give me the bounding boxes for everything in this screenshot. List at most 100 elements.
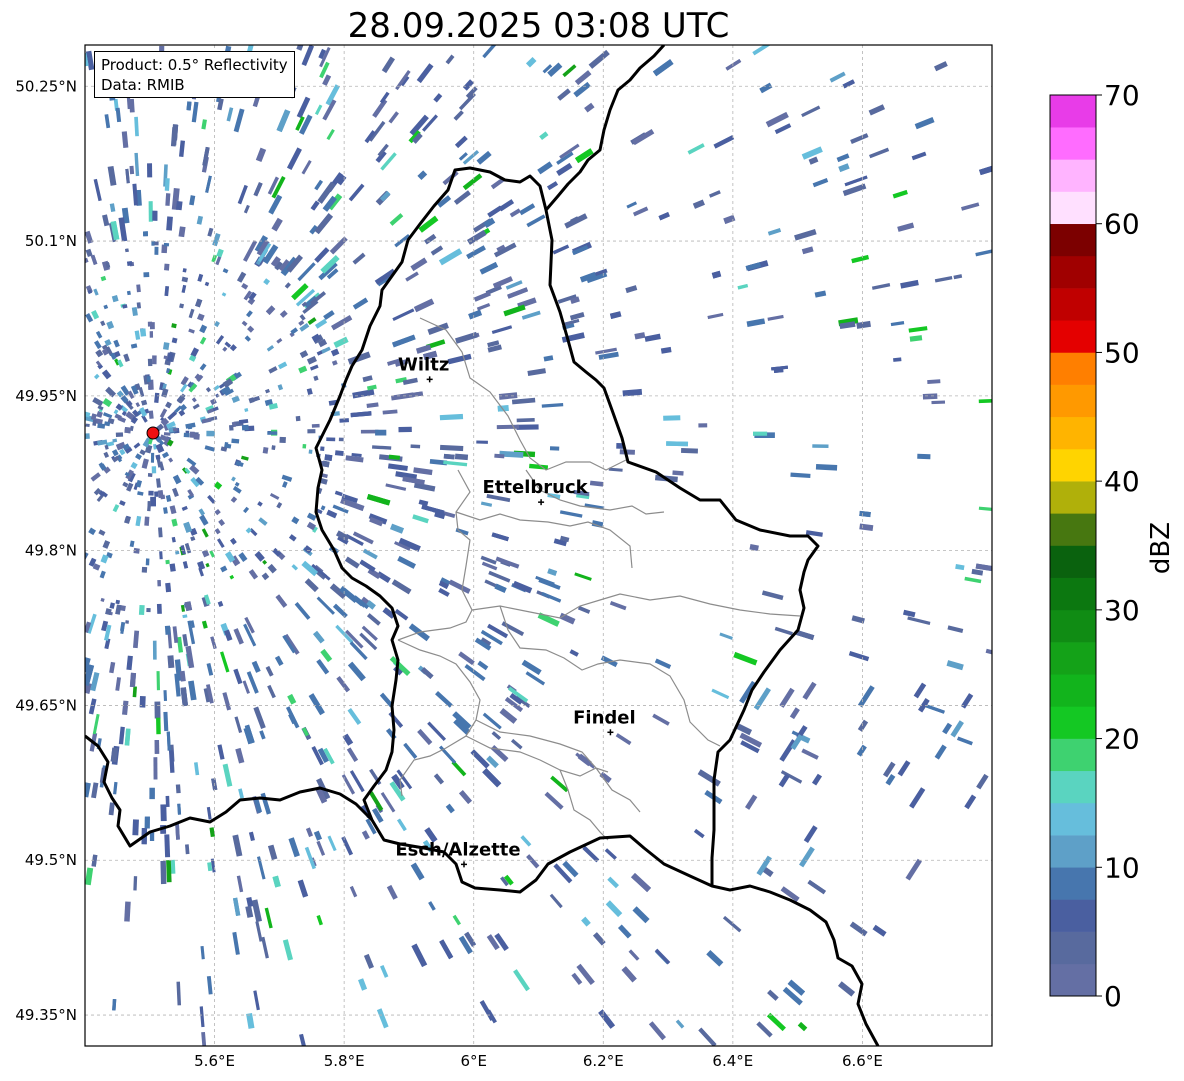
echo-gate — [122, 700, 129, 716]
echo-gate — [362, 375, 373, 383]
echo-gate — [331, 315, 353, 331]
echo-gate — [544, 791, 564, 810]
echo-gate — [765, 111, 789, 128]
echo-gate — [549, 446, 560, 451]
echo-gate — [349, 885, 358, 898]
echo-gate — [584, 102, 595, 113]
echo-gate — [233, 668, 243, 685]
echo-gate — [410, 257, 428, 272]
echo-gate — [102, 398, 113, 408]
echo-gate — [908, 326, 928, 333]
echo-gate — [314, 318, 328, 329]
axis-tick-labels: 5.6°E 5.8°E 6°E 6.2°E 6.4°E 6.6°E 50.25°N 50.1°… — [15, 77, 883, 1070]
echo-gate — [131, 306, 138, 317]
echo-gate — [520, 835, 532, 847]
echo-gate — [279, 436, 286, 444]
echo-gate — [85, 411, 91, 418]
echo-gate — [90, 254, 98, 265]
echo-gate — [129, 98, 135, 113]
echo-gate — [151, 466, 157, 474]
echo-gate — [453, 190, 471, 205]
echo-gate — [985, 648, 992, 655]
echo-gate — [167, 655, 175, 669]
germany-france-border — [711, 884, 880, 1046]
echo-gate — [733, 651, 758, 666]
city-label: Ettelbruck — [483, 477, 589, 498]
echo-gate — [251, 899, 262, 923]
echo-gate — [588, 49, 610, 69]
echo-gate — [438, 248, 463, 266]
echo-gate — [243, 204, 250, 214]
echo-gate — [184, 542, 192, 554]
echo-gate — [183, 521, 193, 533]
product-label: Product: 0.5° Reflectivity — [101, 56, 288, 74]
echo-gate — [350, 411, 372, 418]
echo-gate — [752, 45, 771, 56]
echo-gate — [250, 396, 260, 403]
echo-gate — [104, 114, 111, 129]
echo-gate — [244, 335, 251, 342]
echo-gate — [521, 659, 542, 676]
echo-gate — [175, 550, 180, 555]
echo-gate — [230, 537, 237, 545]
echo-gate — [812, 178, 829, 188]
echo-gate — [358, 978, 368, 991]
echo-gate — [120, 621, 126, 632]
echo-gate — [229, 424, 234, 431]
echo-gate — [159, 408, 168, 419]
echo-gate — [681, 448, 698, 454]
echo-gate — [496, 424, 520, 430]
echo-gate — [427, 721, 447, 742]
echo-gate — [267, 684, 276, 699]
echo-gate — [141, 566, 148, 573]
radar-map: WiltzEttelbruckFindelEsch/Alzette 5.6°E 5… — [15, 44, 993, 1070]
echo-gate — [163, 242, 170, 247]
echo-gate — [415, 344, 432, 354]
echo-gate — [156, 603, 162, 614]
echo-gate — [161, 451, 170, 459]
echo-gate — [175, 201, 183, 211]
echo-gate — [330, 348, 340, 357]
echo-gate — [313, 375, 319, 381]
echo-gate — [410, 862, 425, 881]
echo-gate — [262, 559, 268, 565]
echo-gate — [391, 579, 412, 595]
echo-gate — [625, 285, 638, 294]
echo-gate — [115, 599, 121, 605]
echo-gate — [807, 879, 826, 895]
echo-gate — [413, 298, 435, 313]
echo-gate — [150, 496, 157, 507]
echo-gate — [107, 165, 117, 186]
echo-gate — [156, 671, 160, 691]
echo-gate — [217, 744, 225, 760]
echo-gate — [634, 332, 646, 340]
echo-gate — [767, 228, 782, 236]
echo-gate — [197, 273, 204, 282]
echo-gate — [178, 140, 186, 157]
echo-gate — [97, 423, 106, 429]
echo-gate — [389, 213, 404, 226]
echo-gate — [658, 212, 670, 221]
echo-gate — [521, 310, 541, 320]
echo-gate — [417, 170, 428, 181]
echo-gate — [314, 179, 324, 191]
echo-gate — [455, 331, 478, 344]
echo-gate — [307, 429, 316, 434]
echo-gate — [93, 373, 100, 380]
echo-gate — [229, 574, 235, 580]
echo-gate — [245, 905, 254, 918]
echo-gate — [859, 523, 874, 531]
echo-gate — [482, 45, 501, 59]
echo-gate — [272, 875, 281, 888]
echo-gate — [122, 481, 129, 488]
echo-gate — [447, 353, 472, 365]
echo-gate — [103, 304, 109, 310]
echo-gate — [264, 907, 273, 929]
lon-tick-label: 6.4°E — [712, 1052, 753, 1070]
echo-gate — [439, 413, 464, 421]
echo-gate — [882, 761, 896, 778]
echo-gate — [494, 583, 507, 593]
echo-gate — [512, 580, 533, 594]
echo-gate — [297, 879, 309, 898]
echo-gate — [85, 423, 90, 428]
